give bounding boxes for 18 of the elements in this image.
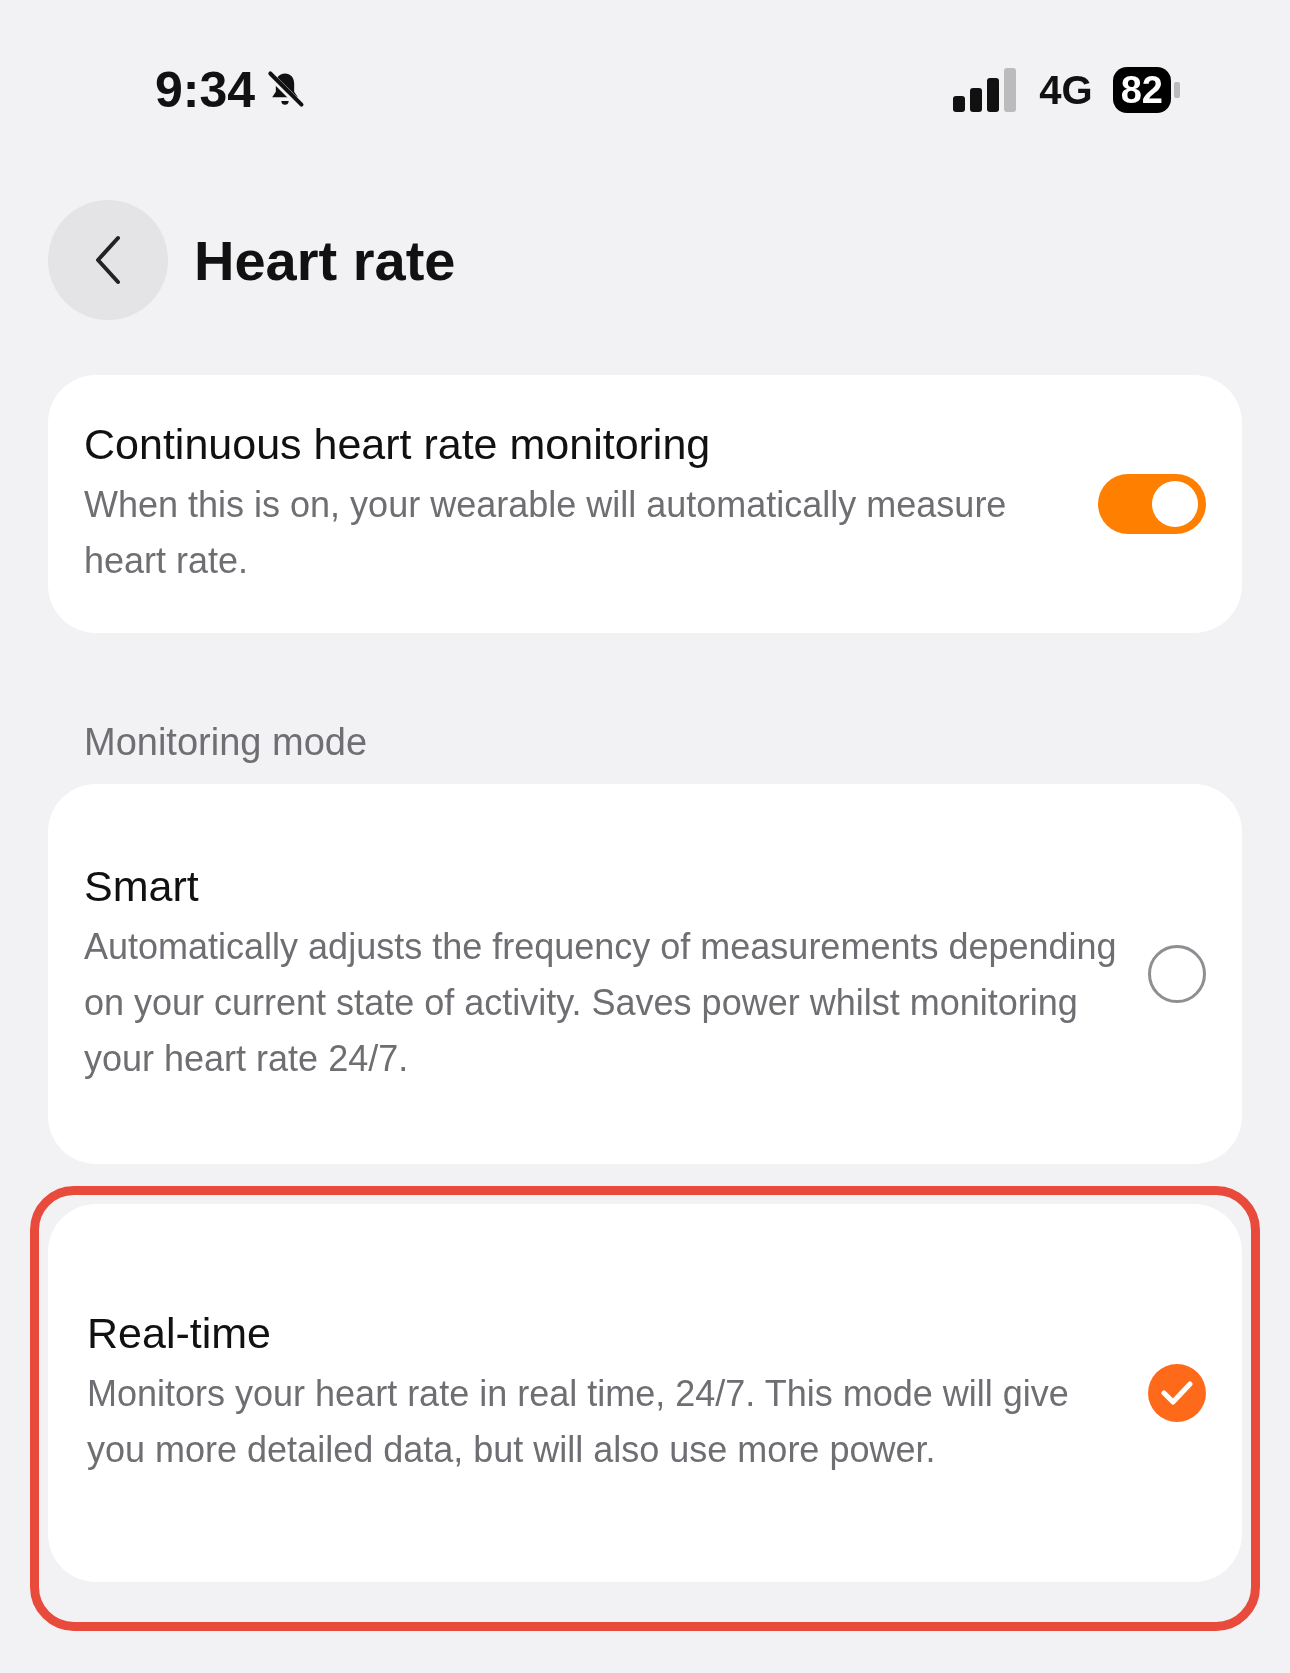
mode-option[interactable]: Real-time Monitors your heart rate in real time, 24/7. This mode will give you more detailed data, but will also use more power. — [48, 1204, 1242, 1582]
radio-button[interactable] — [1148, 945, 1206, 1003]
page-title: Heart rate — [194, 227, 456, 293]
radio-button[interactable] — [1148, 1364, 1206, 1422]
mode-description: Monitors your heart rate in real time, 24/7. This mode will give you more detailed data, but will also use more power. — [87, 1371, 1070, 1472]
status-time: 9:34 — [155, 61, 256, 119]
check-icon — [1161, 1380, 1193, 1406]
setting-title: Continuous heart rate monitoring — [84, 419, 712, 469]
section-label: Monitoring mode — [83, 720, 369, 765]
battery-level: 82 — [1112, 67, 1171, 113]
mode-title: Real-time — [87, 1308, 272, 1358]
setting-description: When this is on, your wearable will automatically measure heart rate. — [84, 482, 1008, 583]
battery-tip-icon — [1174, 82, 1180, 98]
mode-option[interactable]: Smart Automatically adjusts the frequency of measurements depending on your current state of activity. Saves power whilst monitoring your heart rate 24/7. — [48, 784, 1242, 1164]
toggle-switch[interactable] — [1098, 474, 1206, 534]
mode-title: Smart — [84, 861, 200, 911]
mode-description: Automatically adjusts the frequency of measurements depending on your current state of activity. Saves power whilst monitoring your heart rate 24/7. — [84, 924, 1118, 1081]
network-type: 4G — [1039, 67, 1093, 113]
